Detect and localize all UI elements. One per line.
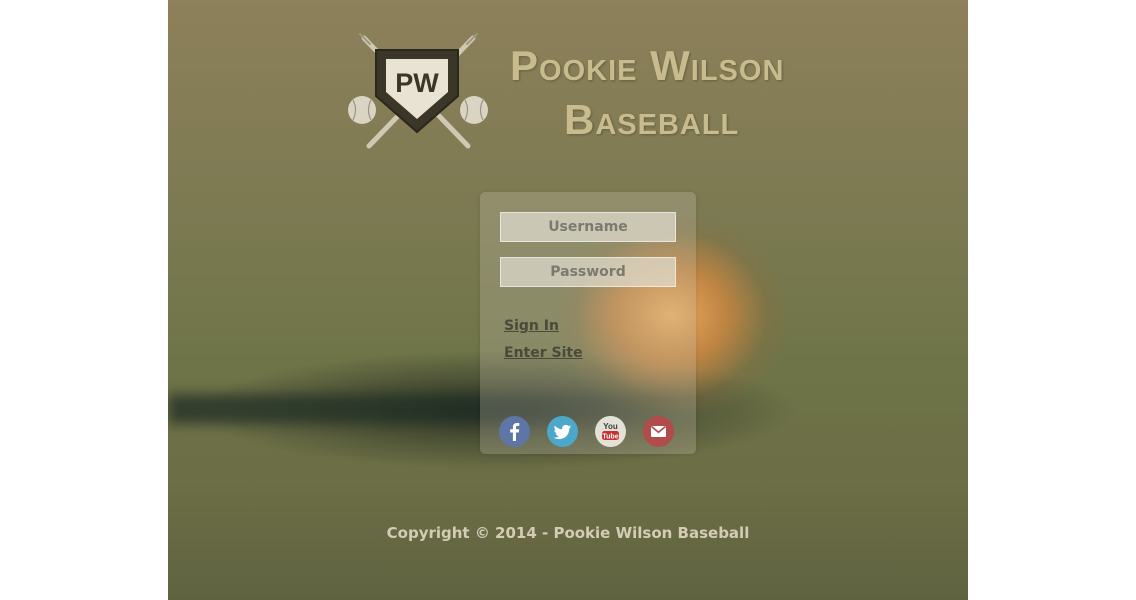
sign-in-link[interactable]: Sign In [504,318,559,334]
svg-text:Tube: Tube [602,433,618,440]
enter-site-link[interactable]: Enter Site [504,345,583,361]
background-photo: PW Pookie Wilson Baseball Sign In Enter … [168,0,968,600]
facebook-icon [510,423,520,441]
login-panel: Sign In Enter Site You Tube [480,192,696,454]
site-title-line1: Pookie Wilson [510,42,785,89]
logo-emblem: PW [348,33,488,149]
email-button[interactable] [643,416,674,447]
youtube-icon: You Tube [602,422,619,440]
logo-monogram: PW [395,68,439,98]
copyright-text: Copyright © 2014 - Pookie Wilson Basebal… [386,524,750,542]
svg-text:You: You [603,422,618,431]
site-title-line2: Baseball [564,96,740,143]
facebook-button[interactable] [499,416,530,447]
password-input[interactable] [500,257,676,287]
twitter-icon [553,424,571,440]
email-icon [650,425,667,437]
youtube-button[interactable]: You Tube [595,416,626,447]
username-input[interactable] [500,212,676,242]
twitter-button[interactable] [547,416,578,447]
